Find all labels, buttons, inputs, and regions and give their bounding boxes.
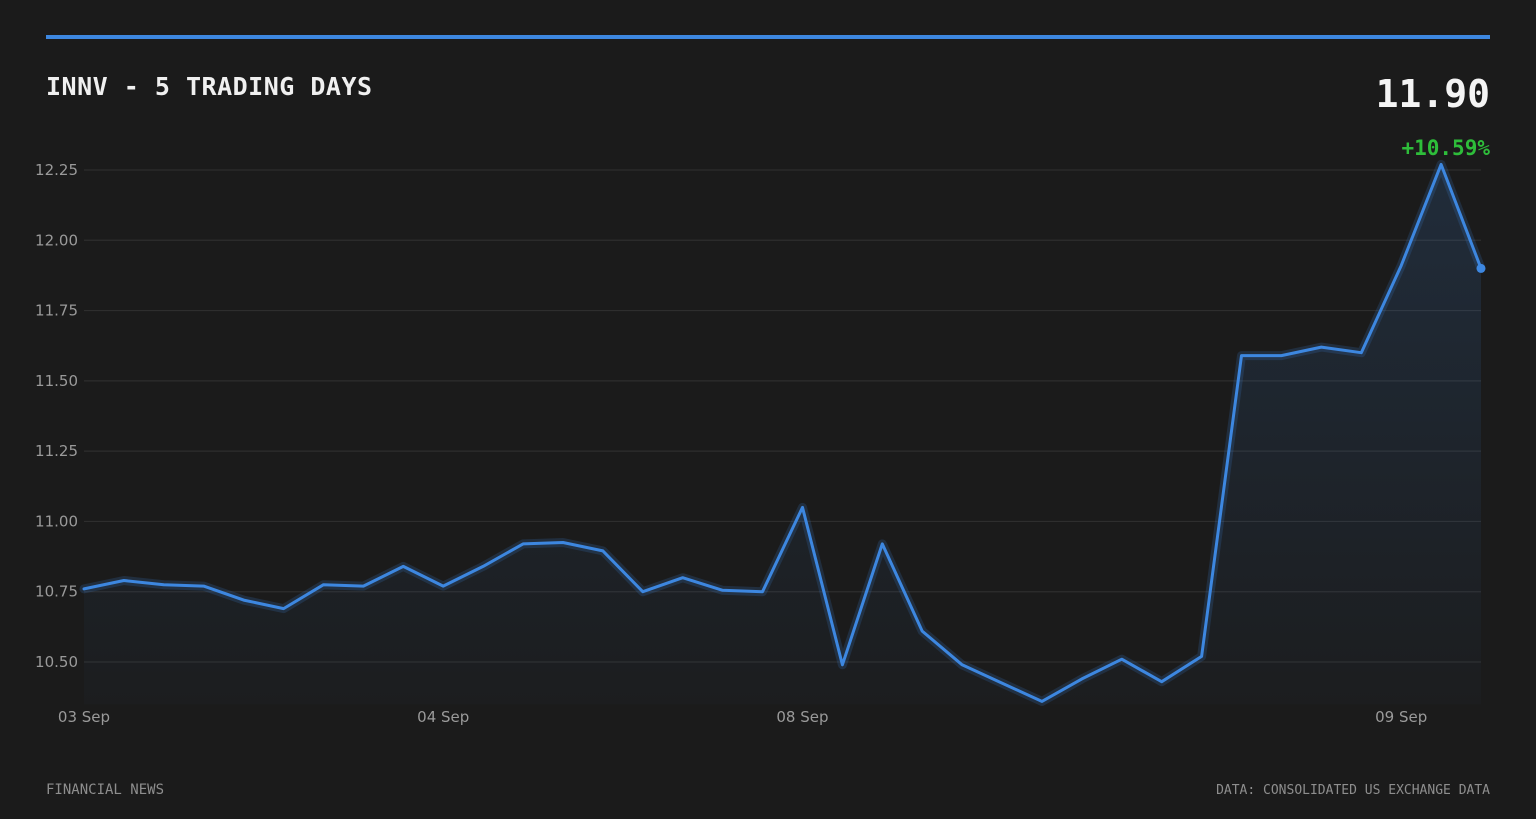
y-tick-label: 12.00	[35, 231, 78, 249]
price-point	[1200, 654, 1204, 658]
price-point	[1439, 162, 1443, 166]
price-point	[601, 549, 605, 553]
price-point	[561, 541, 565, 545]
y-tick-label: 11.00	[35, 512, 78, 530]
price-point	[1040, 699, 1044, 703]
price-point	[441, 584, 445, 588]
y-tick-label: 10.50	[35, 653, 78, 671]
x-axis-ticks: 03 Sep 04 Sep 08 Sep 09 Sep	[58, 708, 1427, 726]
y-tick-label: 10.75	[35, 583, 78, 601]
last-price-marker	[1476, 263, 1486, 273]
price-point	[401, 564, 405, 568]
price-point	[840, 663, 844, 667]
price-point	[481, 564, 485, 568]
price-point	[960, 663, 964, 667]
x-tick-label: 03 Sep	[58, 708, 110, 726]
data-credit: DATA: CONSOLIDATED US EXCHANGE DATA	[1216, 783, 1490, 798]
price-point	[122, 579, 126, 583]
price-point	[1160, 680, 1164, 684]
price-point	[641, 590, 645, 594]
price-point	[361, 584, 365, 588]
price-chart: 10.50 10.75 11.00 11.25 11.50 11.75 12.00 12.25…	[35, 159, 1486, 726]
price-point	[761, 590, 765, 594]
chart-page: INNV - 5 TRADING DAYS 11.90 +10.59% 10.5…	[0, 0, 1536, 819]
price-point	[920, 629, 924, 633]
price-point	[1399, 264, 1403, 268]
price-point	[1279, 354, 1283, 358]
price-point	[242, 598, 246, 602]
price-point	[880, 542, 884, 546]
x-tick-label: 04 Sep	[417, 708, 469, 726]
price-point	[1120, 657, 1124, 661]
price-point	[801, 505, 805, 509]
price-point	[1319, 345, 1323, 349]
price-point	[1080, 677, 1084, 681]
y-tick-label: 11.75	[35, 302, 78, 320]
price-point	[322, 583, 326, 587]
price-point	[681, 576, 685, 580]
price-point	[82, 587, 86, 591]
price-point	[1000, 681, 1004, 685]
source-label: FINANCIAL NEWS	[46, 782, 165, 798]
price-point	[721, 588, 725, 592]
price-point	[162, 583, 166, 587]
price-point	[1359, 351, 1363, 355]
x-tick-label: 09 Sep	[1375, 708, 1427, 726]
y-tick-label: 11.25	[35, 442, 78, 460]
price-series	[79, 159, 1486, 706]
price-point	[1240, 354, 1244, 358]
y-axis-ticks: 10.50 10.75 11.00 11.25 11.50 11.75 12.00 12.25	[35, 161, 78, 671]
price-point	[282, 607, 286, 611]
price-area	[84, 164, 1481, 705]
y-tick-label: 11.50	[35, 372, 78, 390]
x-tick-label: 08 Sep	[776, 708, 828, 726]
y-tick-label: 12.25	[35, 161, 78, 179]
price-point	[202, 584, 206, 588]
price-point	[521, 542, 525, 546]
